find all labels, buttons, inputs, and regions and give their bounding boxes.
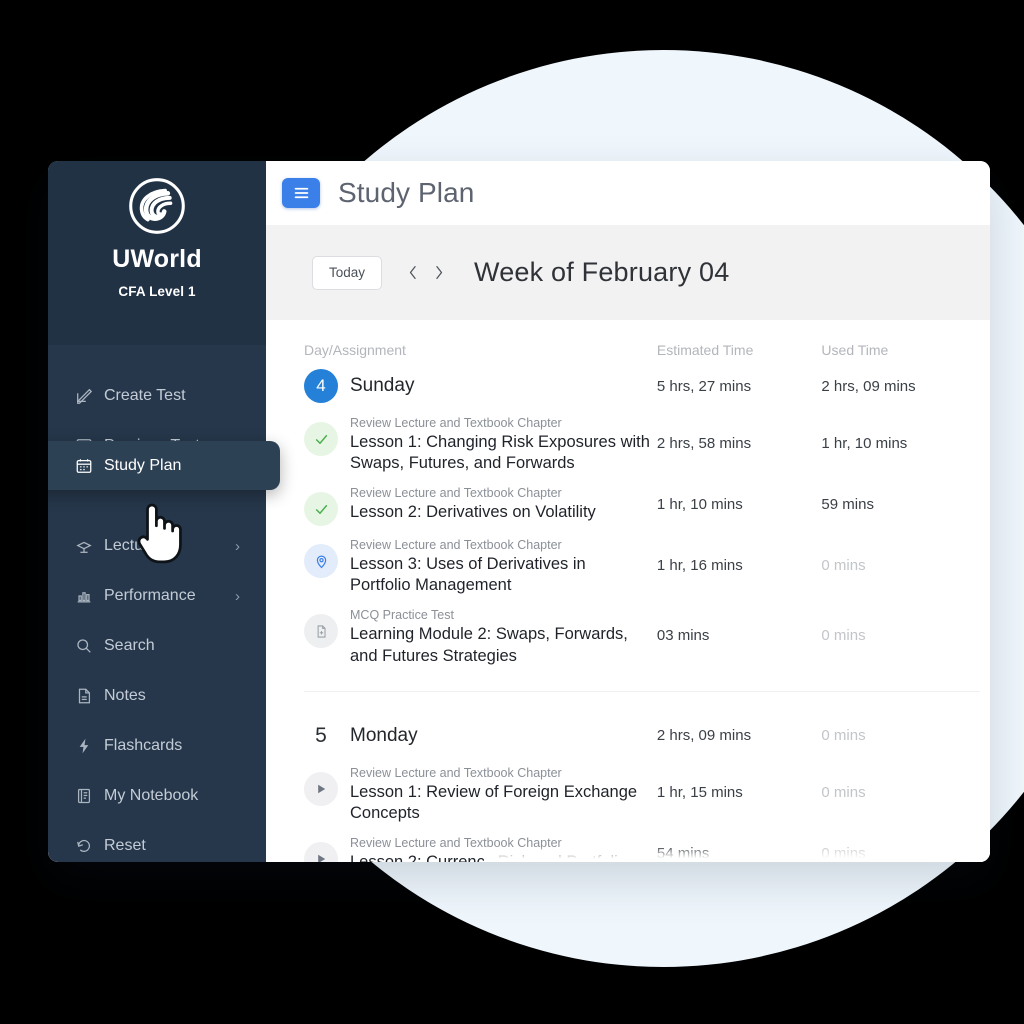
day-estimated-time: 2 hrs, 09 mins [656, 727, 752, 745]
task-row[interactable]: MCQ Practice Test Learning Module 2: Swa… [304, 600, 980, 670]
brand-subtitle: CFA Level 1 [118, 284, 196, 299]
pencil-square-icon [74, 387, 93, 406]
sidebar-item-label: Study Plan [104, 456, 182, 474]
day-number-badge: 4 [304, 369, 338, 403]
sidebar-item-reset[interactable]: Reset [48, 821, 266, 862]
task-kicker: Review Lecture and Textbook Chapter [350, 835, 562, 850]
task-title: Lesson 1: Review of Foreign Exchange Con… [350, 782, 638, 822]
sidebar: UWorld CFA Level 1 Create Test Study Pla… [48, 161, 280, 862]
sidebar-item-notes[interactable]: Notes [48, 671, 266, 721]
day-summary-row[interactable]: 5 Monday 2 hrs, 09 mins 0 mins [304, 714, 980, 758]
sidebar-item-lectures[interactable]: Lectures › [48, 521, 266, 571]
sidebar-item-label: Create Test [104, 387, 186, 404]
task-row[interactable]: Review Lecture and Textbook Chapter Less… [304, 478, 980, 530]
task-title: Lesson 1: Changing Risk Exposures with S… [350, 433, 650, 473]
day-number-badge: 5 [315, 723, 327, 747]
task-estimated-time: 54 mins [656, 845, 710, 862]
chevron-right-icon: › [235, 587, 240, 605]
task-estimated-time: 1 hr, 16 mins [656, 556, 743, 574]
sidebar-item-label: Reset [104, 837, 146, 854]
play-icon [304, 771, 338, 806]
next-week-button[interactable] [426, 258, 452, 288]
day-block: 4 Sunday 5 hrs, 27 mins 2 hrs, 09 mins R… [304, 364, 980, 677]
check-icon [304, 422, 338, 456]
day-block: 5 Monday 2 hrs, 09 mins 0 mins Review Le… [304, 690, 980, 862]
today-button[interactable]: Today [312, 255, 382, 290]
task-used-time: 59 mins [821, 495, 874, 513]
column-header-used: Used Time [821, 342, 889, 358]
prev-week-button[interactable] [400, 258, 426, 288]
week-navigation-bar: Today Week of February 04 [266, 225, 990, 320]
day-used-time: 2 hrs, 09 mins [821, 377, 916, 395]
task-kicker: Review Lecture and Textbook Chapter [350, 416, 562, 430]
task-estimated-time: 03 mins [656, 627, 710, 645]
chevron-right-icon: › [235, 537, 240, 555]
task-row[interactable]: Review Lecture and Textbook Chapter Less… [304, 408, 980, 478]
hamburger-icon[interactable] [282, 178, 320, 208]
day-summary-row[interactable]: 4 Sunday 5 hrs, 27 mins 2 hrs, 09 mins [304, 364, 980, 408]
sidebar-item-study-plan[interactable]: Study Plan [48, 441, 280, 490]
sidebar-item-flashcards[interactable]: Flashcards [48, 721, 266, 771]
task-used-time: 0 mins [821, 784, 866, 802]
lecture-icon [74, 537, 93, 556]
task-estimated-time: 1 hr, 15 mins [656, 784, 743, 802]
task-kicker: Review Lecture and Textbook Chapter [350, 765, 562, 780]
task-estimated-time: 2 hrs, 58 mins [656, 434, 752, 452]
top-bar: Study Plan [266, 161, 990, 225]
sidebar-item-label: Flashcards [104, 737, 183, 754]
sidebar-item-performance[interactable]: Performance › [48, 571, 266, 621]
sidebar-item-my-notebook[interactable]: My Notebook [48, 771, 266, 821]
task-title: Learning Module 2: Swaps, Forwards, and … [350, 625, 628, 665]
day-estimated-time: 5 hrs, 27 mins [656, 377, 752, 395]
note-icon [74, 687, 93, 706]
brand-name: UWorld [112, 245, 202, 273]
calendar-icon [74, 456, 93, 475]
bolt-icon [74, 737, 93, 756]
task-title: Lesson 2: Derivatives on Volatility [350, 503, 596, 522]
search-icon [74, 637, 93, 656]
sidebar-item-search[interactable]: Search [48, 621, 266, 671]
task-kicker: Review Lecture and Textbook Chapter [350, 538, 562, 553]
task-title: Lesson 3: Uses of Derivatives in Portfol… [350, 555, 586, 595]
column-header-estimated: Estimated Time [656, 342, 754, 358]
app-window: UWorld CFA Level 1 Create Test Study Pla… [48, 161, 990, 862]
screenshot-stage: UWorld CFA Level 1 Create Test Study Pla… [0, 0, 1024, 1024]
task-kicker: Review Lecture and Textbook Chapter [350, 486, 562, 501]
play-icon [304, 841, 338, 862]
sidebar-brand-header: UWorld CFA Level 1 [48, 161, 266, 345]
task-row[interactable]: Review Lecture and Textbook Chapter Less… [304, 530, 980, 600]
sidebar-item-label: Lectures [104, 537, 166, 554]
page-title: Study Plan [338, 177, 475, 208]
sidebar-item-create-test[interactable]: Create Test [48, 371, 266, 421]
reset-icon [74, 837, 93, 856]
day-name: Monday [350, 724, 418, 746]
task-used-time: 1 hr, 10 mins [821, 434, 908, 452]
week-title: Week of February 04 [474, 257, 730, 287]
table-header-row: Day/Assignment Estimated Time Used Time [304, 336, 980, 364]
main-panel: Study Plan Today Week of February 04 Day… [266, 161, 990, 862]
notebook-icon [74, 787, 93, 806]
task-estimated-time: 1 hr, 10 mins [656, 495, 743, 513]
column-header-day: Day/Assignment [304, 342, 406, 358]
task-used-time: 0 mins [821, 845, 866, 862]
sidebar-item-label: Search [104, 637, 155, 654]
day-name: Sunday [350, 375, 415, 396]
sidebar-nav: Create Test Previous Tests [48, 345, 280, 862]
map-pin-icon [304, 544, 338, 579]
task-used-time: 0 mins [821, 627, 866, 645]
check-icon [304, 492, 338, 527]
sidebar-item-label: Notes [104, 687, 146, 704]
day-used-time: 0 mins [821, 727, 866, 745]
bar-chart-icon [74, 587, 93, 606]
sidebar-item-label: My Notebook [104, 787, 199, 804]
task-title: Lesson 2: Currency Risk and Portfolio [350, 852, 627, 862]
task-kicker: MCQ Practice Test [350, 608, 454, 623]
task-row[interactable]: Review Lecture and Textbook Chapter Less… [304, 758, 980, 828]
task-row[interactable]: Review Lecture and Textbook Chapter Less… [304, 828, 980, 862]
study-plan-table: Day/Assignment Estimated Time Used Time … [266, 320, 990, 862]
sidebar-item-label: Performance [104, 587, 196, 604]
uworld-swirl-logo-icon [128, 177, 186, 235]
document-plus-icon [304, 614, 338, 649]
task-used-time: 0 mins [821, 556, 866, 574]
